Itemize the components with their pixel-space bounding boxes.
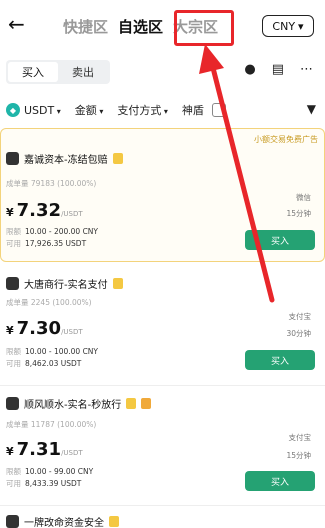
buy-button[interactable]: 买入 xyxy=(245,471,315,491)
shield-filter-label: 神盾 xyxy=(181,104,204,117)
shield-badge-icon xyxy=(141,398,152,409)
caret-down-icon: ▾ xyxy=(298,19,304,33)
merchant-name[interactable]: 一牌改命资金安全 xyxy=(6,514,119,528)
limit-value: 10.00 - 200.00 CNY xyxy=(25,227,99,236)
more-icon[interactable]: ⋯ xyxy=(300,62,313,77)
price-value: 7.30 xyxy=(16,318,62,339)
notification-icon[interactable]: ● xyxy=(244,62,255,77)
verified-badge-icon xyxy=(112,153,123,164)
verified-badge-icon xyxy=(126,398,137,409)
timer-label: 30分钟 xyxy=(286,329,311,338)
toolbar-icons: ● ▤ ⋯ xyxy=(244,62,313,77)
avatar xyxy=(6,152,19,165)
order-stats: 成单量 11787 (100.00%) xyxy=(6,420,97,429)
available-row: 可用 8,462.03 USDT xyxy=(6,358,81,369)
tab-custom[interactable]: 自选区 xyxy=(118,16,163,37)
merchant-label: 嘉诚资本-冻结包赔 xyxy=(24,155,108,166)
divider xyxy=(0,505,325,506)
buy-button[interactable]: 买入 xyxy=(245,230,315,250)
limit-key: 限额 xyxy=(6,467,21,476)
filter-funnel-icon[interactable]: ▼ xyxy=(307,102,316,116)
price: ¥7.30/USDT xyxy=(6,318,83,339)
order-stats: 成单量 2245 (100.00%) xyxy=(6,298,92,307)
payment-filter[interactable]: 支付方式 xyxy=(117,102,168,118)
limit-value: 10.00 - 100.00 CNY xyxy=(25,347,99,356)
back-arrow-icon[interactable]: ← xyxy=(8,12,25,36)
buy-segment[interactable]: 买入 xyxy=(8,62,58,82)
limit-key: 限额 xyxy=(6,227,21,236)
available-row: 可用 17,926.35 USDT xyxy=(6,238,86,249)
avatar xyxy=(6,515,19,528)
limit-row: 限额 10.00 - 99.00 CNY xyxy=(6,466,93,477)
available-value: 8,433.39 USDT xyxy=(25,479,82,488)
order-stats: 成单量 79183 (100.00%) xyxy=(6,179,97,188)
orders-icon[interactable]: ▤ xyxy=(272,62,284,77)
merchant-name[interactable]: 大唐商行-实名支付 xyxy=(6,276,123,291)
verified-badge-icon xyxy=(112,278,123,289)
top-bar: ← 快捷区 自选区 大宗区 CNY ▾ xyxy=(0,0,325,52)
payment-method: 微信 xyxy=(296,193,311,202)
usdt-coin-icon: ◆ xyxy=(6,103,20,117)
avatar xyxy=(6,397,19,410)
merchant-label: 大唐商行-实名支付 xyxy=(24,280,108,291)
avatar xyxy=(6,277,19,290)
limit-key: 限额 xyxy=(6,347,21,356)
price-unit: /USDT xyxy=(61,210,83,218)
verified-badge-icon xyxy=(109,516,119,527)
currency-label: CNY xyxy=(272,19,296,33)
available-value: 8,462.03 USDT xyxy=(25,359,82,368)
merchant-name[interactable]: 嘉诚资本-冻结包赔 xyxy=(6,151,123,166)
price: ¥7.32/USDT xyxy=(6,200,83,221)
available-key: 可用 xyxy=(6,479,21,488)
timer-label: 15分钟 xyxy=(286,451,311,460)
limit-row: 限额 10.00 - 100.00 CNY xyxy=(6,346,98,357)
merchant-label: 顺风顺水-实名-秒放行 xyxy=(24,400,122,411)
price-unit: /USDT xyxy=(61,328,83,336)
filter-bar: ◆ USDT 金额 支付方式 神盾 ▼ xyxy=(6,100,320,120)
merchant-label: 一牌改命资金安全 xyxy=(24,518,104,528)
promo-banner: 小额交易免费广告 xyxy=(254,135,318,144)
shield-checkbox[interactable] xyxy=(211,103,226,117)
buy-sell-toggle: 买入 卖出 xyxy=(6,60,110,84)
available-value: 17,926.35 USDT xyxy=(25,239,87,248)
payment-method: 支付宝 xyxy=(288,433,312,442)
currency-select[interactable]: CNY ▾ xyxy=(262,15,314,37)
price-value: 7.31 xyxy=(16,439,62,460)
sell-segment[interactable]: 卖出 xyxy=(58,62,108,82)
price-unit: /USDT xyxy=(61,449,83,457)
available-key: 可用 xyxy=(6,359,21,368)
available-row: 可用 8,433.39 USDT xyxy=(6,478,81,489)
price: ¥7.31/USDT xyxy=(6,439,83,460)
coin-filter[interactable]: USDT xyxy=(24,104,61,117)
price-value: 7.32 xyxy=(16,200,62,221)
limit-value: 10.00 - 99.00 CNY xyxy=(25,467,94,476)
amount-filter[interactable]: 金额 xyxy=(75,102,104,118)
limit-row: 限额 10.00 - 200.00 CNY xyxy=(6,226,98,237)
divider xyxy=(0,385,325,386)
buy-button[interactable]: 买入 xyxy=(245,350,315,370)
payment-method: 支付宝 xyxy=(288,312,312,321)
highlight-annotation xyxy=(174,10,234,46)
available-key: 可用 xyxy=(6,239,21,248)
tab-quick[interactable]: 快捷区 xyxy=(63,16,108,37)
timer-label: 15分钟 xyxy=(286,209,311,218)
merchant-name[interactable]: 顺风顺水-实名-秒放行 xyxy=(6,396,152,411)
